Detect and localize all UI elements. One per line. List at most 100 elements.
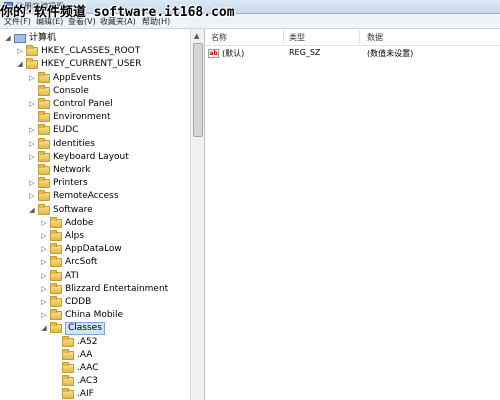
folder-icon [62, 348, 74, 360]
expand-arrow-icon[interactable]: ▷ [40, 296, 48, 309]
scrollbar-thumb[interactable] [193, 43, 203, 137]
tree-node-label: ArcSoft [65, 257, 98, 268]
tree-node[interactable]: ▷ Adobe [0, 216, 190, 230]
tree-node-label: Network [53, 165, 91, 175]
expand-arrow-icon[interactable]: ▷ [40, 309, 48, 322]
tree-node-label: Printers [53, 178, 88, 189]
tree-node[interactable]: ▷ AppEvents [0, 71, 190, 85]
folder-icon [38, 164, 50, 175]
tree-node-label: CDDB [65, 297, 92, 307]
tree-node[interactable]: ▷ Blizzard Entertainment [0, 282, 190, 296]
tree-node-label: Identities [53, 138, 95, 149]
expand-arrow-icon[interactable]: ▷ [28, 177, 36, 190]
expand-arrow-icon[interactable]: ▷ [28, 190, 36, 203]
folder-icon [50, 282, 62, 294]
expand-arrow-icon[interactable]: ▷ [40, 256, 48, 269]
tree-node[interactable]: ▷ EUDC [0, 124, 190, 137]
values-list[interactable]: 名称 类型 数据 ab (默认) REG_SZ (数值未设置) [205, 29, 500, 400]
folder-icon [38, 150, 50, 162]
expand-arrow-icon[interactable]: ▷ [28, 72, 36, 85]
tree-node[interactable]: .A52 [0, 335, 190, 349]
tree-node-label: Blizzard Entertainment [65, 283, 169, 294]
collapse-arrow-icon[interactable]: ◢ [40, 322, 48, 335]
tree-node[interactable]: ▷ Alps [0, 230, 190, 243]
tree-node-label: HKEY_CLASSES_ROOT [41, 46, 141, 57]
tree-node-label: Environment [53, 112, 111, 123]
tree-node-label: AppDataLow [65, 244, 122, 255]
value-row[interactable]: ab (默认) REG_SZ (数值未设置) [205, 47, 500, 61]
folder-icon [50, 322, 62, 334]
tree-node[interactable]: ▷ Identities [0, 137, 190, 151]
expand-arrow-icon[interactable]: ▷ [40, 230, 48, 243]
column-data[interactable]: 数据 [367, 32, 383, 43]
folder-icon [38, 71, 50, 83]
tree-node[interactable]: .AIF [0, 388, 190, 400]
tree-node[interactable]: ▷ RemoteAccess [0, 190, 190, 203]
tree-node-label: Software [53, 204, 93, 215]
expand-arrow-icon[interactable]: ▷ [16, 45, 24, 58]
folder-icon [38, 190, 50, 202]
expand-arrow-icon[interactable]: ▷ [28, 98, 36, 111]
expand-arrow-icon[interactable]: ▷ [40, 243, 48, 256]
tree-node[interactable]: .AC3 [0, 375, 190, 388]
collapse-arrow-icon[interactable]: ◢ [4, 32, 12, 45]
registry-tree[interactable]: ◢ 计算机 ▷ HKEY_CLASSES_ROOT ◢ HKEY_CURRENT_USER… [0, 29, 205, 400]
column-type[interactable]: 类型 [289, 32, 305, 43]
tree-node[interactable]: ◢ HKEY_CURRENT_USER [0, 58, 190, 71]
tree-node[interactable]: Console [0, 84, 190, 98]
tree-node[interactable]: .AA [0, 348, 190, 362]
expand-arrow-icon[interactable]: ▷ [40, 283, 48, 296]
tree-scrollbar[interactable]: ▲ [190, 29, 204, 400]
expand-arrow-icon[interactable]: ▷ [28, 151, 36, 164]
folder-icon [50, 309, 62, 321]
column-separator[interactable] [359, 30, 360, 44]
tree-node-label: China Mobile [65, 310, 124, 321]
tree-node-label: ATI [65, 270, 79, 281]
folder-icon [26, 58, 38, 70]
tree-node[interactable]: Environment [0, 111, 190, 124]
folder-icon [38, 111, 50, 123]
tree-node-label: .AA [77, 349, 93, 360]
expand-arrow-icon[interactable]: ▷ [28, 138, 36, 151]
tree-node-label: HKEY_CURRENT_USER [41, 59, 142, 70]
folder-icon [38, 98, 50, 109]
tree-node-label: .AC3 [77, 376, 98, 387]
folder-icon [50, 269, 62, 281]
folder-icon [62, 375, 74, 387]
tree-node[interactable]: ▷ China Mobile [0, 309, 190, 322]
tree-node[interactable]: ▷ HKEY_CLASSES_ROOT [0, 45, 190, 58]
tree-node-label: 计算机 [29, 33, 57, 43]
tree-node[interactable]: ▷ Control Panel [0, 98, 190, 111]
collapse-arrow-icon[interactable]: ◢ [16, 58, 24, 71]
computer-icon [14, 34, 26, 43]
folder-icon [50, 243, 62, 255]
tree-node[interactable]: ◢ Software [0, 203, 190, 217]
collapse-arrow-icon[interactable]: ◢ [28, 204, 36, 217]
folder-icon [50, 216, 62, 228]
tree-node[interactable]: ▷ AppDataLow [0, 243, 190, 256]
expand-arrow-icon[interactable]: ▷ [40, 217, 48, 230]
tree-node[interactable]: Network [0, 164, 190, 177]
tree-node[interactable]: ▷ Keyboard Layout [0, 150, 190, 164]
expand-arrow-icon[interactable]: ▷ [40, 270, 48, 283]
column-separator[interactable] [283, 30, 284, 44]
folder-icon [38, 137, 50, 149]
tree-node-label: Alps [65, 231, 85, 241]
tree-node-selected[interactable]: ◢ Classes [0, 322, 190, 336]
expand-arrow-icon[interactable]: ▷ [28, 124, 36, 137]
value-type: REG_SZ [289, 48, 321, 57]
tree-node[interactable]: ▷ Printers [0, 177, 190, 190]
tree-node-label: Classes [65, 322, 105, 336]
tree-node[interactable]: .AAC [0, 362, 190, 375]
tree-node[interactable]: ▷ CDDB [0, 296, 190, 309]
column-name[interactable]: 名称 [211, 32, 227, 43]
string-value-icon: ab [208, 49, 219, 58]
folder-icon [62, 388, 74, 400]
tree-node-label: Console [53, 85, 89, 96]
tree-node-label: EUDC [53, 125, 79, 136]
scroll-up-icon[interactable]: ▲ [194, 32, 199, 40]
tree-node[interactable]: ◢ 计算机 [0, 32, 190, 45]
tree-node[interactable]: ▷ ATI [0, 269, 190, 283]
folder-icon [38, 177, 50, 189]
tree-node[interactable]: ▷ ArcSoft [0, 256, 190, 269]
